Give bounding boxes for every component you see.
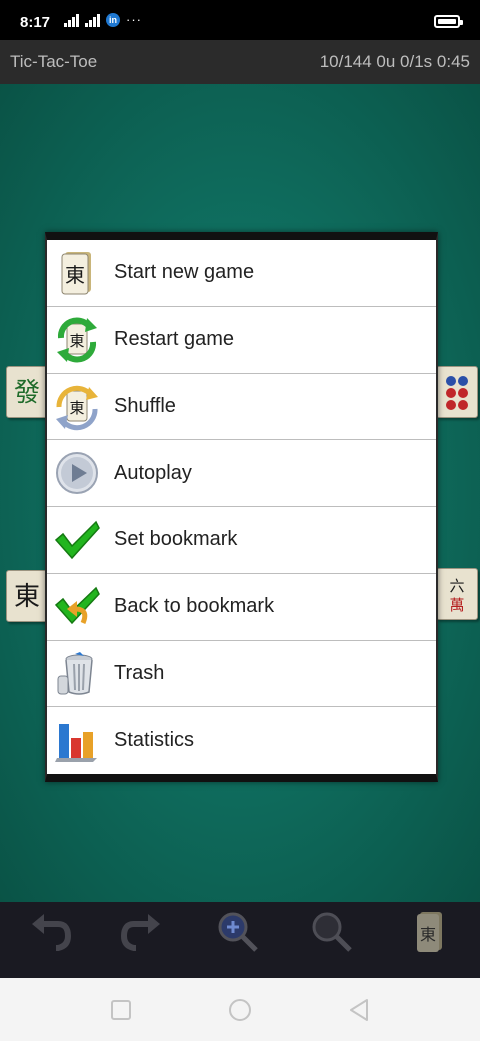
game-status: 10/144 0u 0/1s 0:45 [319,52,470,71]
status-icons: in ··· [64,12,142,27]
back-to-bookmark-icon [53,583,101,631]
shuffle-icon: 東 [53,383,101,431]
play-icon [53,449,101,497]
redo-icon [120,914,160,951]
menu-item-restart-game[interactable]: 東 Restart game [47,307,436,374]
recents-button[interactable] [108,997,134,1023]
six-circles-tile[interactable] [436,366,478,418]
menu-label: Trash [114,661,165,684]
mahjong-tile-icon: 東 [53,249,101,297]
six-characters-icon: 六 萬 [449,577,464,614]
game-menu: 東 Start new game 東 Restart game 東 Shuffl… [45,232,438,782]
menu-item-statistics[interactable]: Statistics [47,707,436,774]
statistics-icon [53,716,101,764]
menu-label: Back to bookmark [114,595,275,618]
signal-icon [64,13,79,27]
redo-button[interactable] [112,910,172,970]
menu-label: Set bookmark [114,528,238,551]
svg-text:東: 東 [69,332,84,350]
title-bar: Tic-Tac-Toe 10/144 0u 0/1s 0:45 [0,40,480,84]
svg-text:發: 發 [14,378,40,408]
restart-icon: 東 [53,316,101,364]
six-circles-icon [446,376,468,410]
svg-text:東: 東 [65,263,85,287]
undo-button[interactable] [20,910,80,970]
mahjong-tile-icon: 東 [417,912,442,952]
menu-item-autoplay[interactable]: Autoplay [47,440,436,507]
menu-item-start-new-game[interactable]: 東 Start new game [47,240,436,307]
tile-menu-button[interactable]: 東 [400,910,460,970]
green-dragon-tile[interactable]: 發 [6,366,48,418]
menu-label: Autoplay [114,461,192,484]
zoom-in-button[interactable] [208,910,268,970]
status-time: 8:17 [20,14,51,31]
undo-icon [32,914,72,951]
status-bar: 8:17 in ··· [0,0,480,40]
zoom-icon [312,912,352,952]
back-button[interactable] [347,997,373,1023]
menu-item-trash[interactable]: Trash [47,641,436,708]
green-dragon-icon: 發 [14,378,40,408]
six-characters-tile[interactable]: 六 萬 [436,568,478,620]
svg-text:六: 六 [449,577,464,595]
zoom-in-icon [218,912,258,952]
menu-label: Restart game [114,328,235,351]
svg-text:東: 東 [14,582,40,612]
svg-text:東: 東 [420,925,436,944]
trash-icon [53,650,101,698]
east-wind-icon: 東 [14,582,40,612]
menu-item-shuffle[interactable]: 東 Shuffle [47,374,436,441]
more-dots-icon: ··· [126,12,142,27]
signal-icon [85,13,100,27]
menu-item-back-to-bookmark[interactable]: Back to bookmark [47,574,436,641]
system-nav-bar [0,978,480,1041]
linkedin-icon: in [106,12,120,27]
zoom-fit-button[interactable] [302,910,362,970]
menu-label: Shuffle [114,394,176,417]
battery-icon [434,15,463,28]
app-title: Tic-Tac-Toe [10,52,98,71]
menu-label: Statistics [114,729,195,752]
bottom-toolbar: 東 [0,902,480,978]
menu-item-set-bookmark[interactable]: Set bookmark [47,507,436,574]
menu-label: Start new game [114,261,255,284]
east-wind-tile[interactable]: 東 [6,570,48,622]
svg-text:東: 東 [69,399,84,417]
checkmark-icon [53,516,101,564]
home-button[interactable] [227,997,253,1023]
svg-text:萬: 萬 [449,596,464,614]
